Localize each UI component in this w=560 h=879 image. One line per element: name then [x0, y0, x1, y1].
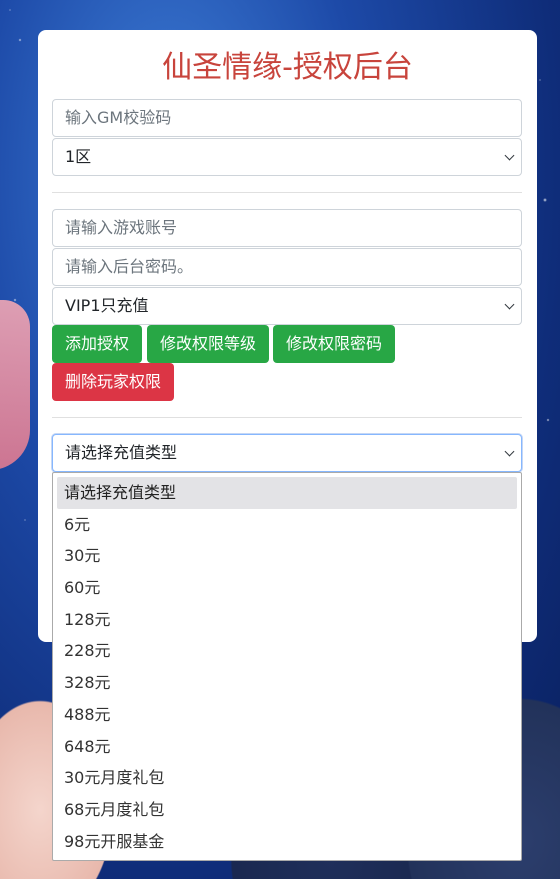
recharge-option[interactable]: 30元月度礼包 — [57, 762, 517, 794]
recharge-option[interactable]: 648元 — [57, 731, 517, 763]
server-select-value: 1区 — [65, 147, 92, 166]
account-input[interactable]: 请输入游戏账号 — [52, 209, 522, 247]
recharge-option[interactable]: 30元 — [57, 540, 517, 572]
vip-level-value: VIP1只充值 — [65, 296, 149, 315]
password-placeholder: 请输入后台密码。 — [65, 257, 194, 276]
section-divider-2 — [52, 417, 522, 418]
delete-player-permission-button[interactable]: 删除玩家权限 — [52, 363, 174, 401]
vip-level-select[interactable]: VIP1只充值 — [52, 287, 522, 325]
recharge-option[interactable]: 128元 — [57, 604, 517, 636]
recharge-option[interactable]: 488元 — [57, 699, 517, 731]
modify-password-button[interactable]: 修改权限密码 — [273, 325, 395, 363]
recharge-option[interactable]: 60元 — [57, 572, 517, 604]
account-placeholder: 请输入游戏账号 — [65, 218, 178, 237]
server-select[interactable]: 1区 — [52, 138, 522, 176]
recharge-type-select[interactable]: 请选择充值类型 — [52, 434, 522, 472]
password-input[interactable]: 请输入后台密码。 — [52, 248, 522, 286]
recharge-option[interactable]: 请选择充值类型 — [57, 477, 517, 509]
recharge-option[interactable]: 228元 — [57, 635, 517, 667]
recharge-type-value: 请选择充值类型 — [65, 443, 178, 462]
add-authorization-button[interactable]: 添加授权 — [52, 325, 142, 363]
gm-code-input[interactable]: 输入GM校验码 — [52, 99, 522, 137]
modify-level-button[interactable]: 修改权限等级 — [147, 325, 269, 363]
recharge-option[interactable]: 6元 — [57, 509, 517, 541]
gm-code-placeholder: 输入GM校验码 — [65, 108, 172, 127]
recharge-type-dropdown: 请选择充值类型 6元 30元 60元 128元 228元 328元 488元 6… — [52, 472, 522, 861]
recharge-option[interactable]: 328元 — [57, 667, 517, 699]
background-character-hair — [0, 300, 30, 470]
recharge-option[interactable]: 98元开服基金 — [57, 826, 517, 858]
recharge-option[interactable]: 68元月度礼包 — [57, 794, 517, 826]
section-divider — [52, 192, 522, 193]
page-title: 仙圣情缘-授权后台 — [162, 50, 413, 85]
